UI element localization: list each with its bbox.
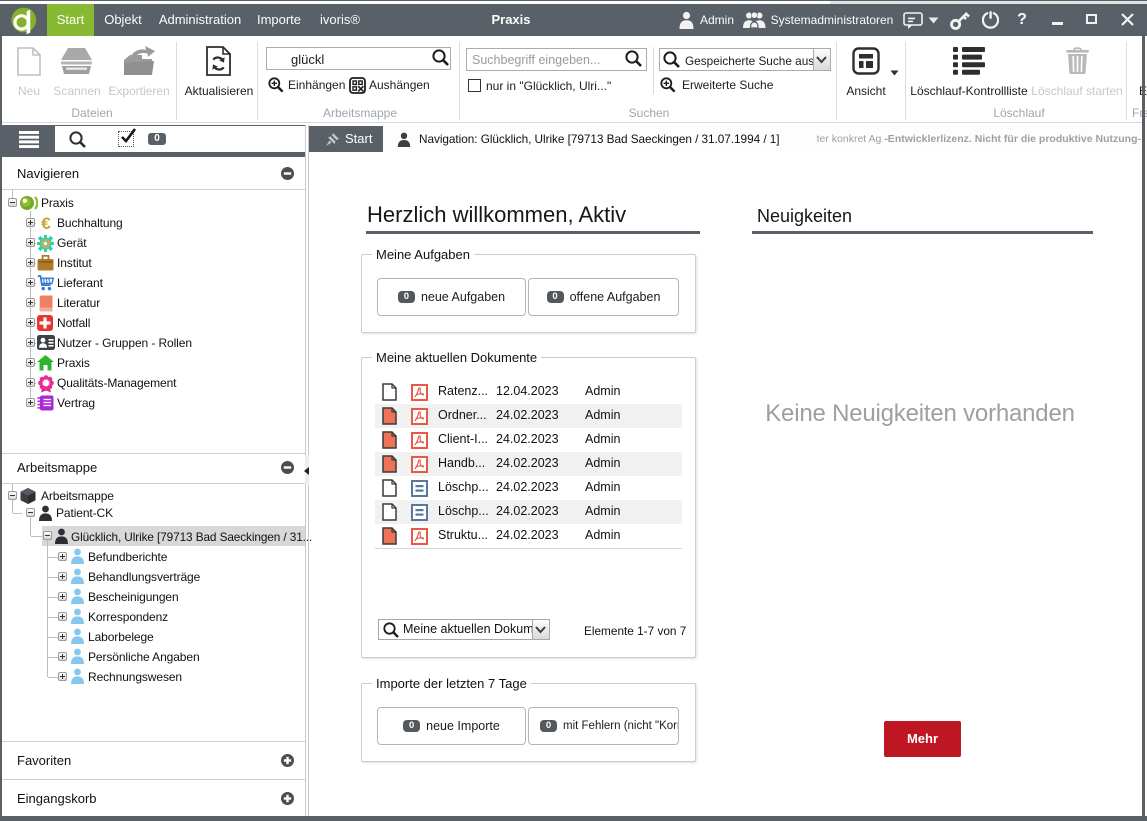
svg-text:€: € — [41, 215, 51, 231]
